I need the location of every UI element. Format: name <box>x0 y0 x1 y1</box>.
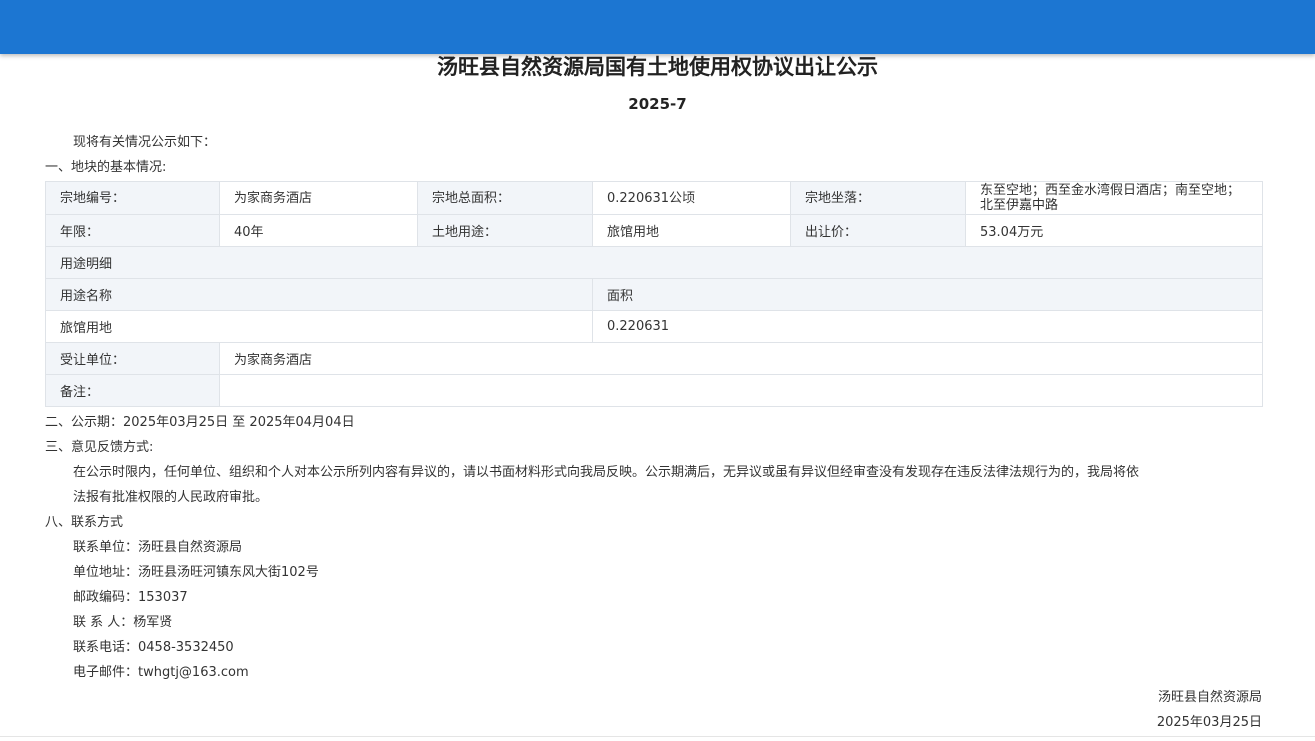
page-title: 汤旺县自然资源局国有土地使用权协议出让公示 <box>437 55 878 79</box>
signature-org: 汤旺县自然资源局 <box>1157 690 1262 705</box>
location-label: 宗地坐落： <box>790 181 966 215</box>
location-value: 东至空地；西至金水湾假日酒店；南至空地；北至伊嘉中路 <box>965 181 1263 215</box>
contact-postcode: 邮政编码：153037 <box>73 590 188 605</box>
total-area-value: 0.220631公顷 <box>592 181 791 215</box>
land-use-value: 旅馆用地 <box>592 214 791 247</box>
feedback-line-2: 法报有批准权限的人民政府审批。 <box>73 490 269 505</box>
page-bottom-divider <box>0 736 1315 737</box>
price-label: 出让价： <box>790 214 966 247</box>
table-row: 受让单位： 为家商务酒店 <box>45 342 1263 375</box>
table-row: 用途名称 面积 <box>45 278 1263 311</box>
contact-unit: 联系单位：汤旺县自然资源局 <box>73 540 243 555</box>
use-name-value: 旅馆用地 <box>45 310 593 343</box>
top-banner <box>0 0 1315 54</box>
parcel-no-value: 为家商务酒店 <box>219 181 418 215</box>
assignee-value: 为家商务酒店 <box>219 342 1263 375</box>
page-subtitle: 2025-7 <box>628 95 687 113</box>
total-area-label: 宗地总面积： <box>417 181 593 215</box>
contact-address: 单位地址：汤旺县汤旺河镇东风大街102号 <box>73 565 319 580</box>
term-value: 40年 <box>219 214 418 247</box>
parcel-no-label: 宗地编号： <box>45 181 220 215</box>
use-name-header: 用途名称 <box>45 278 593 311</box>
remarks-label: 备注： <box>45 374 220 407</box>
section-3-heading: 三、意见反馈方式: <box>45 440 154 455</box>
term-label: 年限： <box>45 214 220 247</box>
section-2-period: 二、公示期：2025年03月25日 至 2025年04月04日 <box>45 415 355 430</box>
price-value: 53.04万元 <box>965 214 1263 247</box>
table-row: 用途明细 <box>45 246 1263 279</box>
area-header: 面积 <box>592 278 1263 311</box>
land-use-label: 土地用途： <box>417 214 593 247</box>
table-row: 宗地编号： 为家商务酒店 宗地总面积： 0.220631公顷 宗地坐落： 东至空… <box>45 181 1263 215</box>
assignee-label: 受让单位： <box>45 342 220 375</box>
area-value: 0.220631 <box>592 310 1263 343</box>
contact-email: 电子邮件：twhgtj@163.com <box>73 665 249 680</box>
section-1-heading: 一、地块的基本情况: <box>45 160 167 175</box>
use-detail-label: 用途明细 <box>45 246 1263 279</box>
table-row: 旅馆用地 0.220631 <box>45 310 1263 343</box>
contact-phone: 联系电话：0458-3532450 <box>73 640 234 655</box>
feedback-line-1: 在公示时限内，任何单位、组织和个人对本公示所列内容有异议的，请以书面材料形式向我… <box>73 465 1140 480</box>
table-row: 年限： 40年 土地用途： 旅馆用地 出让价： 53.04万元 <box>45 214 1263 247</box>
signature-date: 2025年03月25日 <box>1156 715 1262 730</box>
contact-person: 联 系 人：杨军贤 <box>73 615 173 630</box>
table-row: 备注： <box>45 374 1263 407</box>
section-8-heading: 八、联系方式 <box>45 515 124 530</box>
intro-text: 现将有关情况公示如下： <box>73 135 217 150</box>
parcel-info-table: 宗地编号： 为家商务酒店 宗地总面积： 0.220631公顷 宗地坐落： 东至空… <box>45 181 1263 407</box>
remarks-value <box>219 374 1263 407</box>
